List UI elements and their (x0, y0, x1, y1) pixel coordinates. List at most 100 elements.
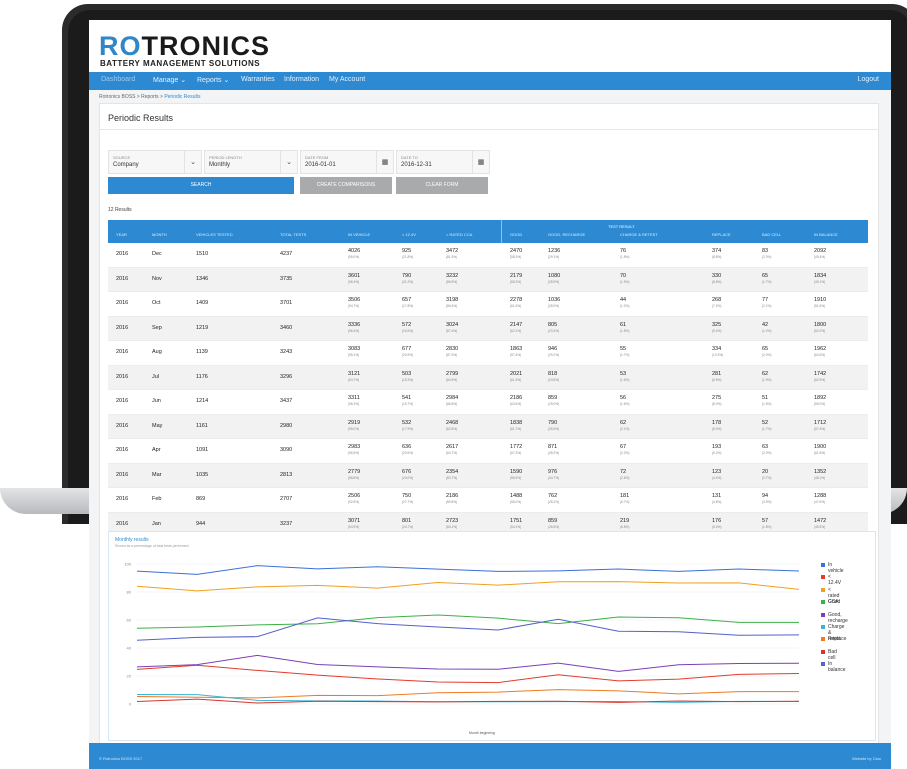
calendar-icon[interactable]: ▦ (472, 151, 489, 173)
table-row[interactable]: 2016 Sep 1219 3460 3336 (96.4%) 572 (16.5%) 3024… (108, 316, 868, 341)
cell-percent: (15.7%) (402, 402, 414, 406)
calendar-icon[interactable]: ▦ (376, 151, 393, 173)
date-to-field[interactable]: DATE TO 2016-12-31 ▦ (396, 150, 490, 174)
series-line[interactable] (136, 565, 800, 575)
cell-count: 1236 (548, 248, 561, 254)
cell-percent: (10.3%) (712, 353, 724, 357)
series-line[interactable] (136, 617, 800, 641)
col-header-year[interactable]: YEAR (116, 232, 127, 237)
cell-year: 2016 (116, 520, 129, 527)
line-chart-svg: 0 20 40 60 80 100 (124, 562, 800, 707)
rotronics-logo[interactable]: ROTRONICS (99, 31, 270, 61)
col-header-in-vehicle[interactable]: IN VEHICLE (348, 232, 370, 237)
cell-count: 2354 (446, 468, 459, 475)
cell-count: 63 (762, 444, 769, 450)
table-row[interactable]: 2016 Aug 1139 3243 3083 (95.1%) 677 (20.9%) 2830… (108, 341, 868, 366)
cell-month: Mar (152, 471, 162, 478)
footer-credit[interactable]: Website by Ciao (852, 756, 881, 761)
nav-my-account[interactable]: My Account (329, 76, 365, 83)
table-row[interactable]: 2016 Jul 1176 3296 3121 (94.7%) 503 (15.3%) 2799… (108, 365, 868, 390)
nav-dashboard[interactable]: Dashboard (101, 76, 135, 83)
chevron-down-icon[interactable]: ⌄ (280, 151, 297, 173)
create-comparisons-button[interactable]: CREATE COMPARISONS (300, 177, 392, 194)
cell-percent: (54.1%) (510, 524, 522, 529)
cell-count: 636 (402, 444, 412, 450)
cell-percent: (1.6%) (620, 402, 630, 406)
breadcrumb-path[interactable]: Rotronics BOSS > Reports > (99, 94, 164, 100)
source-select[interactable]: SOURCE Company ⌄ (108, 150, 202, 174)
chart-x-label: Month beginning (469, 731, 495, 735)
cell-count: 946 (548, 346, 558, 352)
cell-tests: 2707 (280, 496, 293, 502)
table-row[interactable]: 2016 Dec 1510 4237 4026 (95.0%) 925 (21.8%) 3472… (108, 243, 868, 268)
col-header-vehicles[interactable]: VEHICLES TESTED (196, 232, 233, 237)
cell-percent: (56.5%) (510, 475, 522, 480)
series-line[interactable] (136, 689, 799, 699)
cell-percent: (87.3%) (446, 353, 458, 357)
cell-tests: 3090 (280, 447, 293, 453)
cell-month: Dec (152, 251, 162, 257)
col-header-under-12v[interactable]: < 12.4V (402, 232, 416, 237)
cell-count: 325 (712, 321, 722, 328)
table-row[interactable]: 2016 Apr 1091 3090 2983 (96.5%) 636 (20.6%) 2617… (108, 439, 868, 464)
cell-count: 20 (762, 468, 769, 475)
cell-count: 193 (712, 444, 722, 450)
cell-year: 2016 (116, 349, 129, 355)
nav-manage[interactable]: Manage ⌄ (153, 76, 186, 84)
series-line[interactable] (136, 664, 800, 684)
col-header-charge-retest[interactable]: CHARGE & RETEST (620, 232, 658, 237)
series-line[interactable] (136, 581, 800, 592)
logo-rest: TRONICS (141, 31, 270, 61)
nav-information[interactable]: Information (284, 76, 319, 83)
cell-percent: (25.0%) (548, 402, 560, 406)
y-tick-label: 0 (129, 702, 132, 707)
logout-link[interactable]: Logout (858, 76, 879, 83)
cell-month: Oct (152, 300, 161, 306)
cell-vehicles: 1035 (196, 471, 209, 478)
table-row[interactable]: 2016 Nov 1346 3735 3601 (96.4%) 790 (21.2%) 3232… (108, 267, 868, 292)
cell-percent: (1.2%) (762, 328, 772, 333)
col-header-good[interactable]: GOOD (510, 232, 522, 237)
nav-reports[interactable]: Reports ⌄ (197, 76, 229, 84)
cell-vehicles: 1219 (196, 324, 209, 331)
legend-swatch (821, 600, 825, 605)
col-header-in-balance[interactable]: IN BALANCE (814, 232, 838, 237)
cell-vehicles: 1214 (196, 398, 209, 404)
col-header-good-recharge[interactable]: GOOD, RECHARGE (548, 232, 585, 237)
cell-percent: (55.0%) (510, 500, 522, 504)
col-header-month[interactable]: MONTH (152, 232, 167, 237)
clear-form-button[interactable]: CLEAR FORM (396, 177, 488, 194)
cell-count: 53 (620, 370, 627, 377)
col-header-bad-cell[interactable]: BAD CELL (762, 232, 781, 237)
cell-percent: (29.1%) (548, 255, 560, 259)
chevron-down-icon[interactable]: ⌄ (184, 151, 201, 173)
table-row[interactable]: 2016 Mar 1035 2813 2779 (98.8%) 676 (24.0%) 2354… (108, 463, 868, 488)
col-header-rated-cca[interactable]: < RATED CCA (446, 232, 472, 237)
table-row[interactable]: 2016 May 1161 2980 2919 (98.0%) 532 (17.9%) 2468… (108, 414, 868, 439)
search-button[interactable]: SEARCH (108, 177, 294, 194)
date-from-field[interactable]: DATE FROM 2016-01-01 ▦ (300, 150, 394, 174)
nav-warranties[interactable]: Warranties (241, 76, 275, 83)
cell-percent: (26.5%) (548, 426, 560, 431)
cell-percent: (28.0%) (548, 304, 560, 308)
table-row[interactable]: 2016 Oct 1409 3701 3506 (94.7%) 657 (17.8%) 3198… (108, 292, 868, 317)
cell-percent: (24.0%) (402, 475, 414, 480)
panel-divider (100, 129, 878, 130)
cell-percent: (58.3%) (510, 255, 522, 259)
col-header-replace[interactable]: REPLACE (712, 232, 731, 237)
cell-percent: (94.9%) (348, 524, 360, 529)
table-row[interactable]: 2016 Jun 1214 3437 3311 (96.3%) 541 (15.7%) 2984… (108, 390, 868, 415)
cell-tests: 3237 (280, 520, 293, 527)
cell-count: 51 (762, 395, 769, 401)
col-header-tests[interactable]: TOTAL TESTS (280, 232, 306, 237)
series-line[interactable] (136, 614, 799, 629)
test-result-group-header: TEST RESULT (608, 224, 635, 229)
cell-tests: 3243 (280, 349, 293, 355)
legend-swatch (821, 587, 825, 592)
table-row[interactable]: 2016 Feb 869 2707 2506 (92.6%) 750 (27.7%) 2186(… (108, 488, 868, 513)
cell-percent: (57.3%) (510, 451, 522, 455)
cell-count: 44 (620, 297, 627, 303)
period-length-select[interactable]: PERIOD LENGTH Monthly ⌄ (204, 150, 298, 174)
cell-year: 2016 (116, 275, 129, 282)
cell-percent: (17.8%) (402, 304, 414, 308)
